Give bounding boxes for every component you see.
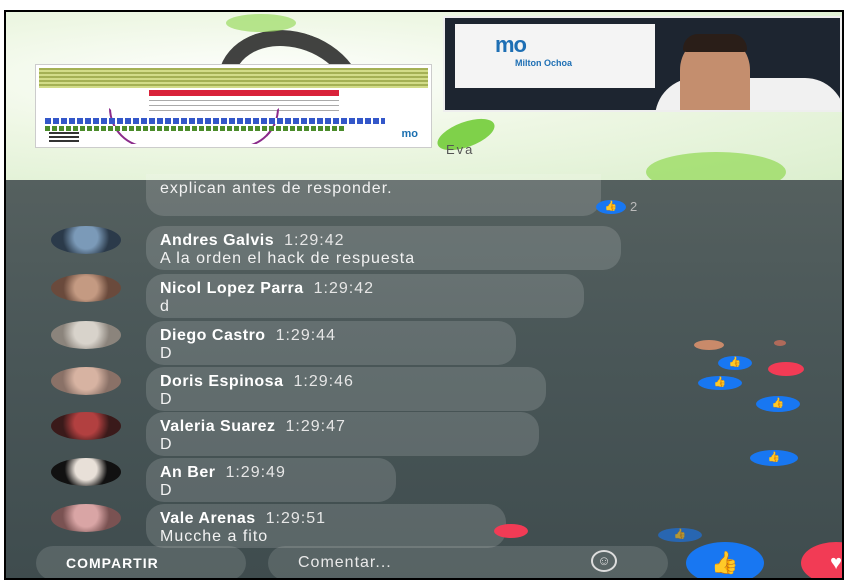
- timestamp: 1:29:46: [293, 373, 354, 390]
- timestamp: 1:29:44: [275, 327, 336, 344]
- author-name[interactable]: Doris Espinosa: [160, 373, 283, 390]
- slide-thumbnail: mo: [36, 65, 431, 147]
- love-reaction-icon: [494, 524, 528, 538]
- author-name[interactable]: Andres Galvis: [160, 232, 274, 249]
- chat-message-text: D: [160, 391, 173, 408]
- live-video-frame: Eva mo mo Milton Ochoa explican antes de…: [4, 10, 844, 580]
- like-reaction-icon: 👍: [756, 396, 800, 412]
- avatar[interactable]: [51, 412, 121, 440]
- chat-message: Diego Castro 1:29:44 D: [146, 321, 516, 365]
- author-name[interactable]: Diego Castro: [160, 327, 266, 344]
- chat-message: Doris Espinosa 1:29:46 D: [146, 367, 546, 411]
- like-reaction-icon: 👍: [596, 200, 626, 214]
- timestamp: 1:29:42: [284, 232, 345, 249]
- slide-question-text: [39, 68, 428, 88]
- slide-options: [49, 132, 79, 144]
- chat-message: Andres Galvis 1:29:42 A la orden el hack …: [146, 226, 621, 270]
- studio-screen: [455, 24, 655, 88]
- chat-message-text: A la orden el hack de respuesta: [160, 250, 416, 267]
- cam-logo: mo: [495, 32, 527, 57]
- decor-blob: [646, 152, 786, 180]
- slide-question-line: [45, 126, 345, 131]
- like-button[interactable]: 👍: [686, 542, 764, 578]
- host-camera: mo Milton Ochoa: [443, 16, 842, 112]
- timestamp: 1:29:47: [285, 418, 346, 435]
- decor-blob: [226, 14, 296, 32]
- emoji-icon[interactable]: ☺: [591, 550, 617, 572]
- author-name[interactable]: An Ber: [160, 464, 215, 481]
- slide-logo: mo: [401, 128, 419, 140]
- like-reaction-icon: 👍: [658, 528, 702, 542]
- timestamp: 1:29:51: [265, 510, 327, 527]
- like-reaction-icon: 👍: [698, 376, 742, 390]
- love-reaction-icon: [768, 362, 804, 376]
- chat-message-text: D: [160, 482, 173, 499]
- avatar[interactable]: [51, 226, 121, 254]
- action-bar: COMPARTIR Comentar... ☺ 👍 ♥: [6, 542, 842, 578]
- love-button[interactable]: ♥: [801, 542, 842, 578]
- author-name[interactable]: Vale Arenas: [160, 510, 256, 527]
- cam-logo-subtitle: Milton Ochoa: [515, 58, 572, 68]
- chat-message: Nicol Lopez Parra 1:29:42 d: [146, 274, 584, 318]
- chat-message-partial: explican antes de responder.: [146, 174, 601, 216]
- reaction-bubble: [774, 340, 786, 346]
- reaction-count: 2: [630, 199, 638, 214]
- avatar[interactable]: [51, 321, 121, 349]
- slide-question-line: [45, 118, 385, 124]
- author-name[interactable]: Nicol Lopez Parra: [160, 280, 304, 297]
- live-video[interactable]: Eva mo mo Milton Ochoa: [6, 12, 842, 180]
- chat-message-text: D: [160, 345, 173, 362]
- timestamp: 1:29:42: [313, 280, 375, 297]
- banner-text: Eva: [446, 142, 475, 157]
- timestamp: 1:29:49: [225, 464, 286, 481]
- avatar[interactable]: [51, 504, 121, 532]
- chat-message-text: D: [160, 436, 173, 453]
- avatar[interactable]: [51, 274, 121, 302]
- reaction-bubble: [694, 340, 724, 350]
- author-name[interactable]: Valeria Suarez: [160, 418, 276, 435]
- share-button[interactable]: COMPARTIR: [36, 546, 246, 578]
- chat-message-text: explican antes de responder.: [160, 180, 393, 197]
- chat-message-text: d: [160, 298, 170, 315]
- live-chat[interactable]: explican antes de responder. 👍 2 Andres …: [6, 174, 842, 578]
- avatar[interactable]: [51, 458, 121, 486]
- avatar[interactable]: [51, 367, 121, 395]
- chat-message: Valeria Suarez 1:29:47 D: [146, 412, 539, 456]
- like-reaction-icon: 👍: [718, 356, 752, 370]
- host-hair: [683, 34, 747, 52]
- chat-message: An Ber 1:29:49 D: [146, 458, 396, 502]
- like-reaction-icon: 👍: [750, 450, 798, 466]
